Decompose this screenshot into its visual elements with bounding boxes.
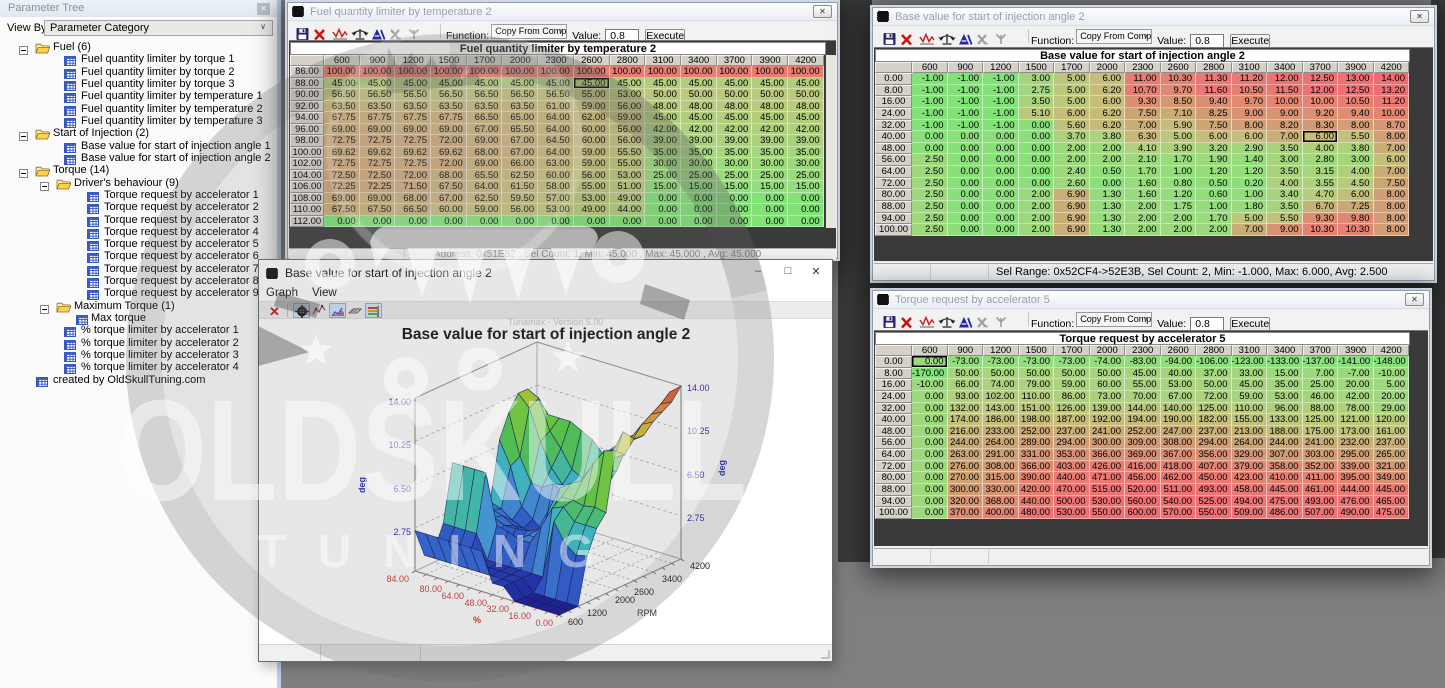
svg-text:2.75: 2.75 <box>393 527 411 537</box>
svg-text:%: % <box>473 615 481 625</box>
svg-text:10.25: 10.25 <box>388 440 411 450</box>
svg-text:64.00: 64.00 <box>441 591 464 601</box>
svg-text:3400: 3400 <box>662 574 682 584</box>
svg-text:deg: deg <box>717 460 727 476</box>
svg-text:32.00: 32.00 <box>486 604 509 614</box>
svg-text:10.25: 10.25 <box>687 426 710 436</box>
svg-text:80.00: 80.00 <box>419 584 442 594</box>
svg-text:2600: 2600 <box>634 587 654 597</box>
svg-text:6.50: 6.50 <box>687 470 705 480</box>
svg-text:1200: 1200 <box>587 608 607 618</box>
svg-text:RPM: RPM <box>637 608 657 618</box>
svg-text:2000: 2000 <box>615 595 635 605</box>
svg-text:600: 600 <box>568 617 583 627</box>
svg-text:6.50: 6.50 <box>393 484 411 494</box>
svg-text:deg: deg <box>357 477 367 493</box>
svg-text:84.00: 84.00 <box>386 574 409 584</box>
svg-text:4200: 4200 <box>690 561 710 571</box>
svg-text:48.00: 48.00 <box>464 598 487 608</box>
svg-text:14.00: 14.00 <box>388 397 411 407</box>
svg-text:2.75: 2.75 <box>687 513 705 523</box>
svg-text:16.00: 16.00 <box>508 611 531 621</box>
svg-text:0.00: 0.00 <box>535 618 553 628</box>
svg-text:14.00: 14.00 <box>687 383 710 393</box>
